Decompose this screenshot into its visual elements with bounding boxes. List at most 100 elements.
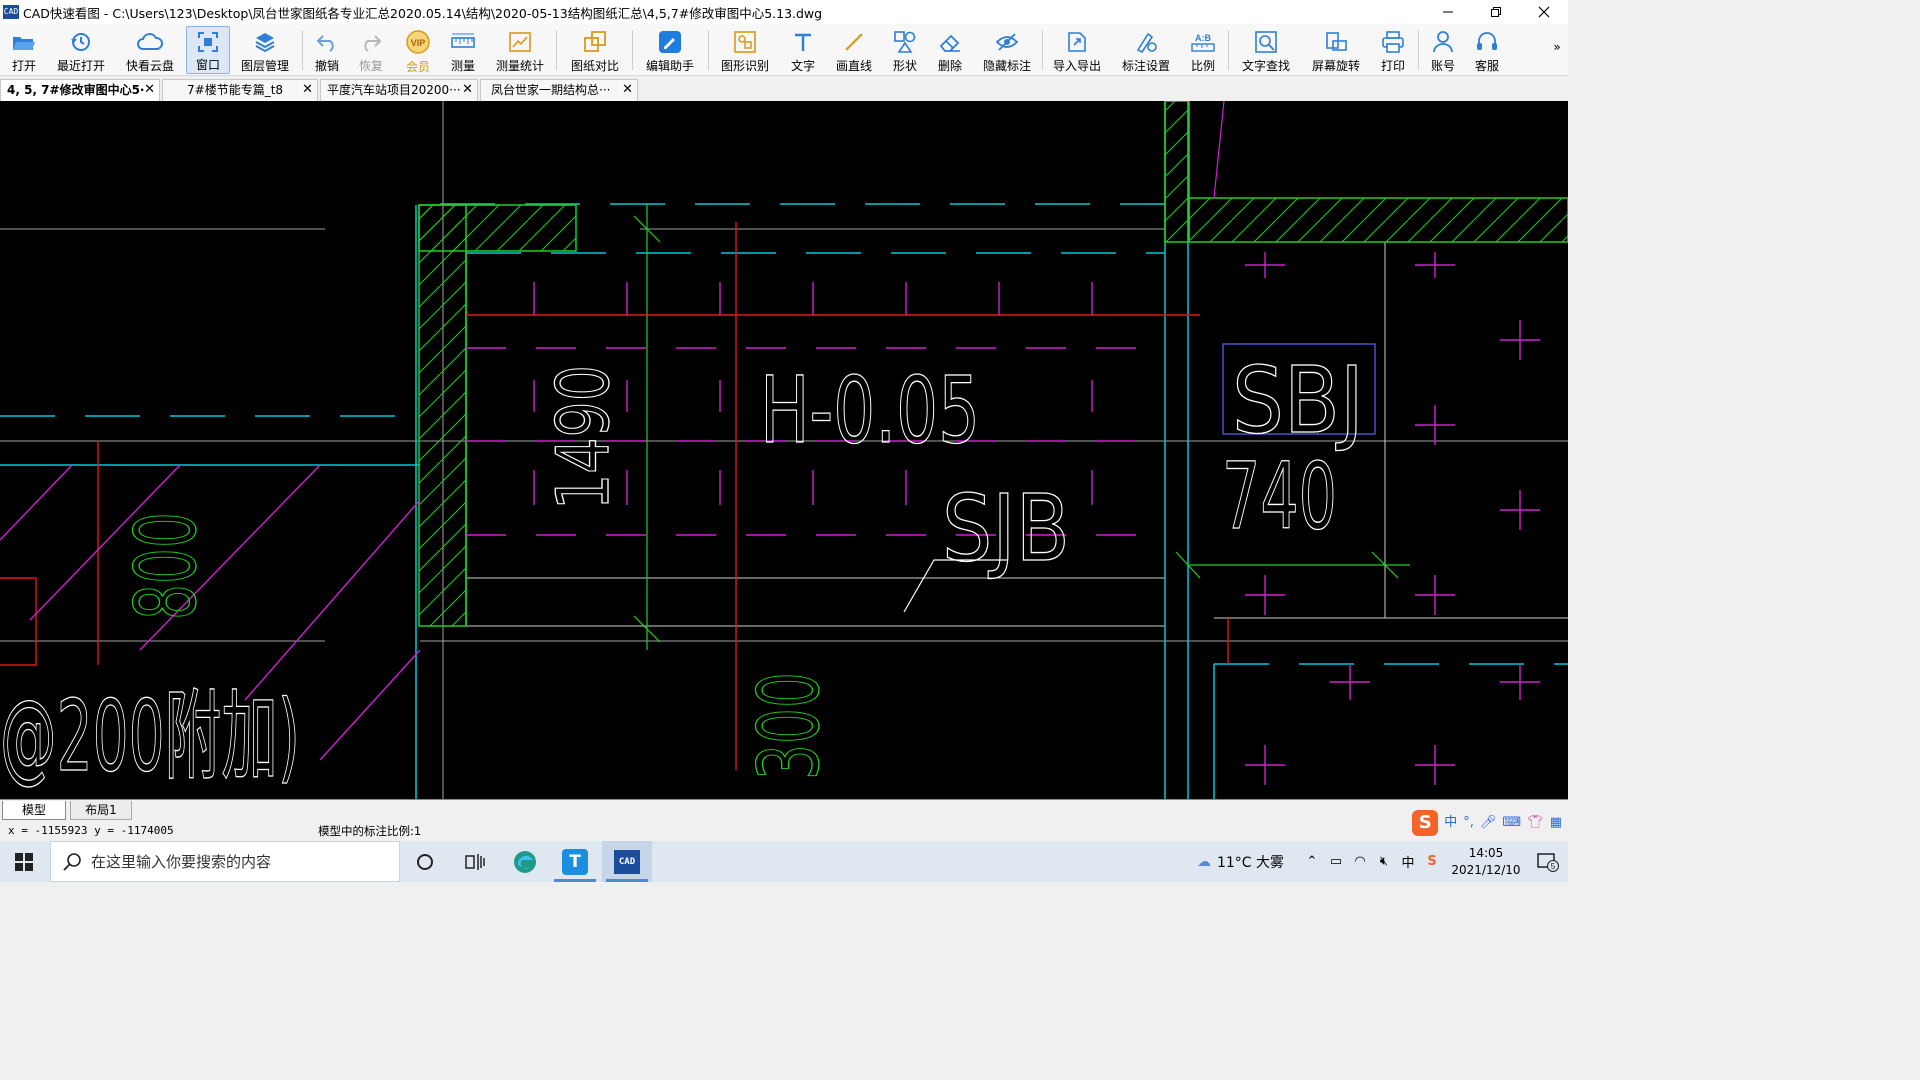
scale-icon: A:B — [1189, 29, 1217, 54]
app-icon: CAD — [3, 5, 19, 19]
window-icon — [194, 30, 222, 53]
notification-center-button[interactable]: 5 — [1528, 852, 1568, 872]
network-icon[interactable]: ◠ — [1348, 850, 1372, 874]
sogou-tray-icon[interactable]: S — [1420, 850, 1444, 874]
microphone-icon[interactable]: 🎤︎ — [1480, 813, 1497, 833]
mark-settings-button[interactable]: 标注设置 — [1116, 26, 1176, 74]
cursor-coordinates: x = -1155923 y = -1174005 — [8, 824, 174, 837]
tab-layout-1[interactable]: 布局1 — [70, 801, 132, 820]
import-export-icon — [1063, 29, 1091, 54]
text-button[interactable]: 文字 — [784, 26, 822, 74]
volume-muted-icon[interactable]: 🔇︎ — [1372, 850, 1396, 874]
layers-icon — [251, 29, 279, 54]
tab-close-icon[interactable]: ✕ — [462, 80, 473, 100]
ime-punctuation-icon[interactable]: °, — [1463, 813, 1474, 833]
tab-document-4[interactable]: 凤台世家一期结构总··· ✕ — [480, 79, 638, 101]
toolbox-icon[interactable]: ▦ — [1550, 813, 1562, 833]
ime-language[interactable]: 中 — [1444, 813, 1457, 833]
tab-model[interactable]: 模型 — [2, 801, 66, 820]
layers-button[interactable]: 图层管理 — [236, 26, 294, 74]
service-button[interactable]: 客服 — [1468, 26, 1506, 74]
system-clock[interactable]: 14:05 2021/12/10 — [1444, 845, 1528, 879]
measure-button[interactable]: 测量 — [442, 26, 484, 74]
redo-icon — [357, 29, 385, 54]
shape-button[interactable]: 形状 — [886, 26, 924, 74]
line-icon — [840, 29, 868, 54]
t-app-icon: T — [562, 848, 588, 875]
start-button[interactable] — [0, 841, 48, 882]
account-button[interactable]: 账号 — [1424, 26, 1462, 74]
toolbar-separator — [708, 30, 709, 70]
tab-close-icon[interactable]: ✕ — [144, 80, 155, 100]
text-search-icon — [1252, 29, 1280, 54]
main-toolbar: 打开 最近打开 快看云盘 窗口 图层管理 撤销 恢复 VIP 会员 测量 测量统… — [0, 24, 1568, 76]
measure-stats-button[interactable]: 测量统计 — [492, 26, 548, 74]
ruler-icon — [449, 29, 477, 54]
toolbar-overflow-button[interactable]: » — [1548, 26, 1566, 74]
import-export-button[interactable]: 导入导出 — [1048, 26, 1106, 74]
document-tabs: 4, 5, 7#修改审图中心5· ✕ 7#楼节能专篇_t8 ✕ 平度汽车站项目202… — [0, 77, 1568, 101]
sjb-label: SJB — [942, 475, 1070, 582]
rebar-note: @200附加) — [0, 680, 300, 794]
compare-button[interactable]: 图纸对比 — [566, 26, 624, 74]
screen-rotate-button[interactable]: 屏幕旋转 — [1306, 26, 1366, 74]
vip-icon: VIP — [404, 29, 432, 55]
vip-badge-text: VIP — [411, 38, 426, 48]
draw-line-button[interactable]: 画直线 — [830, 26, 878, 74]
taskbar-search[interactable]: 在这里输入你要搜索的内容 — [50, 841, 400, 882]
print-button[interactable]: 打印 — [1374, 26, 1412, 74]
keyboard-icon[interactable]: ⌨ — [1502, 813, 1521, 833]
cloud-button[interactable]: 快看云盘 — [120, 26, 180, 74]
ime-toolbar: S 中 °, 🎤︎ ⌨ 👕︎ ▦ — [1412, 809, 1562, 837]
tab-document-1[interactable]: 4, 5, 7#修改审图中心5· ✕ — [0, 79, 160, 101]
text-search-button[interactable]: 文字查找 — [1236, 26, 1296, 74]
sogou-ime-icon[interactable]: S — [1412, 810, 1439, 836]
task-view-button[interactable] — [450, 841, 500, 882]
delete-button[interactable]: 删除 — [930, 26, 970, 74]
tab-document-2[interactable]: 7#楼节能专篇_t8 ✕ — [162, 79, 318, 101]
text-app-button[interactable]: T — [550, 841, 600, 882]
minimize-icon — [1443, 11, 1453, 13]
printer-icon — [1379, 29, 1407, 54]
weather-widget[interactable]: ☁ 11°C 大雾 — [1197, 852, 1284, 872]
input-method-icon[interactable]: 中 — [1396, 850, 1420, 874]
shape-icon — [891, 29, 919, 54]
drawing-annotations: 1490 H-0.05 SJB SBJ 740 800 300 @200附加) — [0, 346, 1365, 794]
battery-icon[interactable]: ▭ — [1324, 850, 1348, 874]
cad-viewer-button[interactable]: CAD — [602, 841, 652, 882]
redo-button[interactable]: 恢复 — [352, 26, 390, 74]
chevron-up-icon[interactable]: ⌃ — [1300, 850, 1324, 874]
tab-close-icon[interactable]: ✕ — [622, 80, 633, 100]
close-button[interactable] — [1520, 0, 1568, 24]
shape-recognition-button[interactable]: 图形识别 — [716, 26, 774, 74]
minimize-button[interactable] — [1424, 0, 1472, 24]
cad-app-icon: CAD — [614, 849, 640, 874]
search-placeholder: 在这里输入你要搜索的内容 — [91, 853, 272, 871]
eraser-icon — [936, 29, 964, 54]
tab-close-icon[interactable]: ✕ — [302, 80, 313, 100]
toolbar-separator — [632, 30, 633, 70]
compare-icon — [581, 29, 609, 54]
undo-button[interactable]: 撤销 — [308, 26, 346, 74]
window-button[interactable]: 窗口 — [186, 26, 230, 74]
edge-browser-button[interactable] — [500, 841, 550, 882]
recent-button[interactable]: 最近打开 — [52, 26, 110, 74]
cortana-button[interactable] — [400, 841, 450, 882]
scale-button[interactable]: A:B 比例 — [1184, 26, 1222, 74]
open-button[interactable]: 打开 — [4, 26, 44, 74]
drawing-canvas[interactable]: 1490 H-0.05 SJB SBJ 740 800 300 @200附加) — [0, 101, 1568, 799]
notification-count: 5 — [1551, 862, 1556, 871]
notification-icon: 5 — [1537, 852, 1559, 872]
vip-button[interactable]: VIP 会员 — [398, 26, 438, 74]
undo-icon — [313, 29, 341, 54]
tab-document-3[interactable]: 平度汽车站项目20200··· ✕ — [320, 79, 478, 101]
hide-marks-button[interactable]: 隐藏标注 — [978, 26, 1036, 74]
window-controls — [1424, 0, 1568, 24]
scale-icon-text: A:B — [1195, 33, 1211, 43]
dimension-300: 300 — [740, 672, 838, 780]
skin-icon[interactable]: 👕︎ — [1527, 813, 1544, 833]
edit-helper-button[interactable]: 编辑助手 — [640, 26, 700, 74]
user-icon — [1429, 29, 1457, 54]
toolbar-separator — [1042, 30, 1043, 70]
restore-button[interactable] — [1472, 0, 1520, 24]
